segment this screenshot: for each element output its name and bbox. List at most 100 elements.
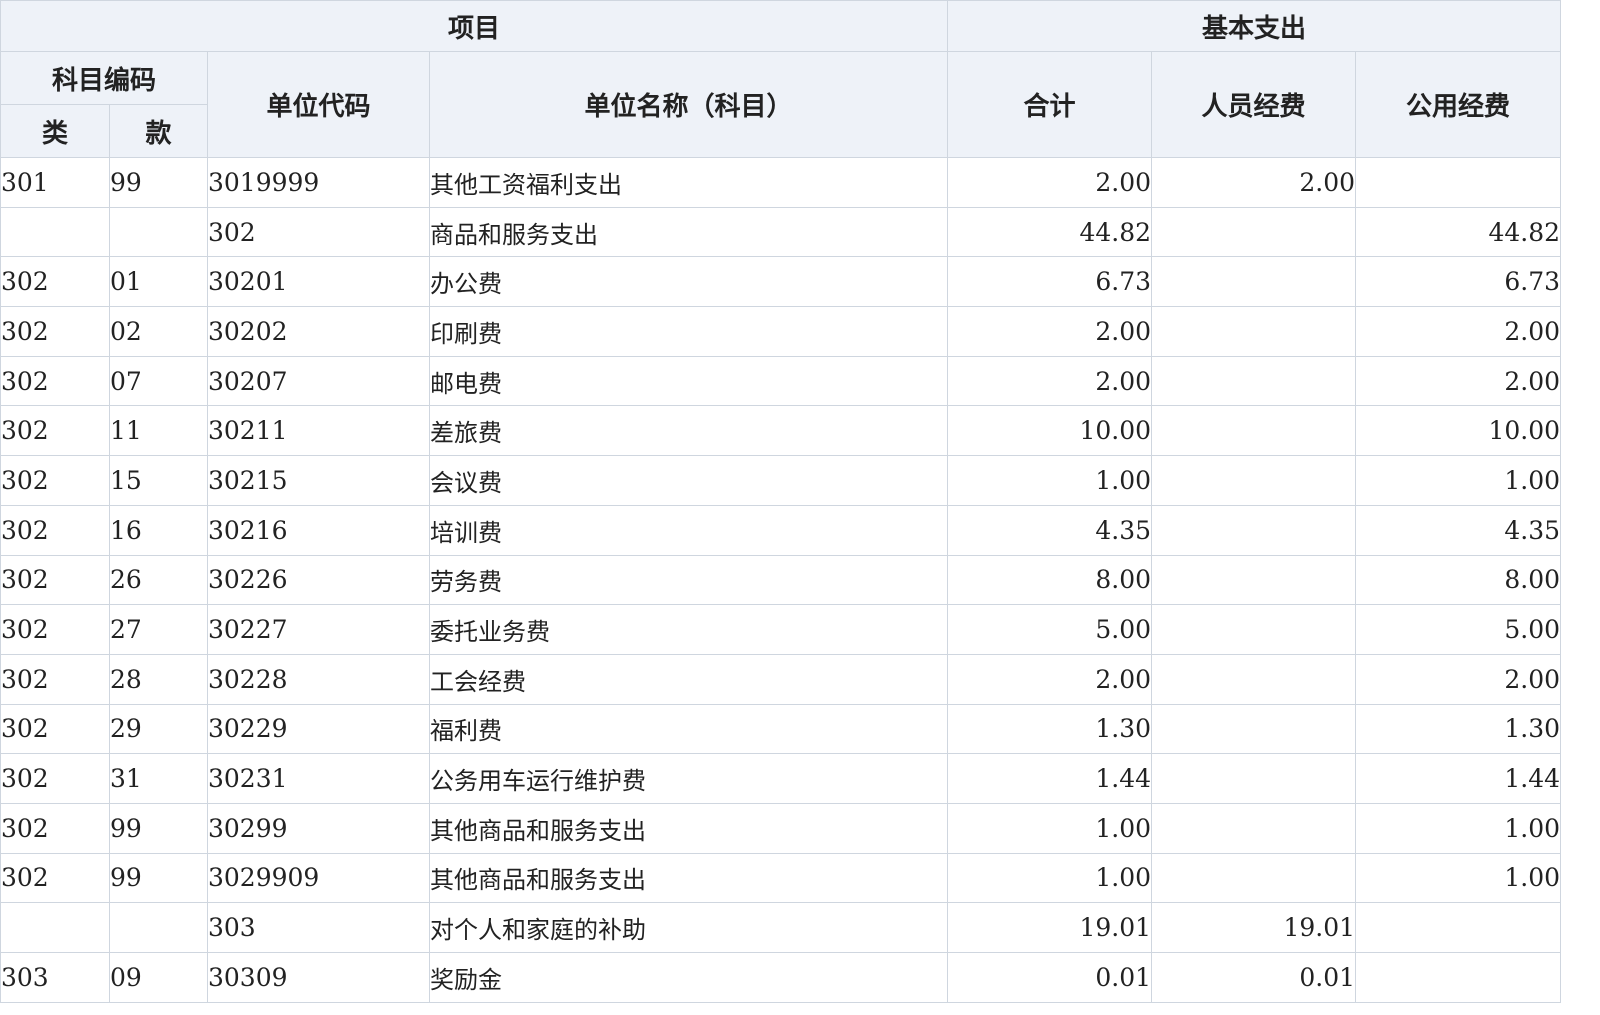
- cell-unit-code: 30207: [207, 355, 430, 407]
- cell-unit-name: 印刷费: [428, 306, 949, 357]
- cell-class: 302: [0, 802, 110, 854]
- cell-class: 302: [0, 554, 110, 606]
- cell-class: 301: [0, 157, 110, 208]
- cell-unit-code: 30309: [207, 952, 430, 1003]
- cell-total: 2.00: [947, 653, 1153, 705]
- table-row: 302 15 30215 会议费 1.00 1.00: [0, 455, 1562, 506]
- cell-unit-name: 公务用车运行维护费: [428, 753, 949, 804]
- cell-unit-name: 邮电费: [428, 355, 949, 407]
- cell-public: [1355, 952, 1562, 1003]
- table-row: 302 26 30226 劳务费 8.00 8.00: [0, 554, 1562, 606]
- header-row-top: 项目 基本支出: [0, 0, 1562, 52]
- cell-unit-name: 福利费: [428, 703, 949, 755]
- cell-personnel: [1151, 206, 1357, 258]
- cell-personnel: [1151, 604, 1357, 655]
- cell-unit-name: 办公费: [428, 256, 949, 308]
- cell-personnel: 2.00: [1151, 157, 1357, 208]
- budget-expense-table: 项目 基本支出 科目编码 单位代码 单位名称（科目） 合计 人员经费 公用经费 …: [0, 0, 1562, 1003]
- cell-public: 4.35: [1355, 504, 1562, 556]
- cell-public: 1.00: [1355, 802, 1562, 854]
- cell-total: 1.00: [947, 455, 1153, 506]
- cell-unit-code: 3019999: [207, 157, 430, 208]
- cell-unit-name: 会议费: [428, 455, 949, 506]
- cell-unit-name: 委托业务费: [428, 604, 949, 655]
- cell-unit-code: 30226: [207, 554, 430, 606]
- cell-total: 1.00: [947, 802, 1153, 854]
- cell-total: 10.00: [947, 405, 1153, 457]
- cell-unit-name: 其他工资福利支出: [428, 157, 949, 208]
- cell-total: 1.44: [947, 753, 1153, 804]
- table-row: 302 07 30207 邮电费 2.00 2.00: [0, 355, 1562, 407]
- header-basic-expense: 基本支出: [947, 0, 1562, 52]
- table-row: 302 27 30227 委托业务费 5.00 5.00: [0, 604, 1562, 655]
- cell-total: 2.00: [947, 355, 1153, 407]
- cell-unit-code: 30228: [207, 653, 430, 705]
- cell-class: 302: [0, 306, 110, 357]
- header-unit-code: 单位代码: [207, 51, 430, 158]
- table-row: 301 99 3019999 其他工资福利支出 2.00 2.00: [0, 157, 1562, 208]
- cell-total: 44.82: [947, 206, 1153, 258]
- cell-public: 8.00: [1355, 554, 1562, 606]
- cell-public: 2.00: [1355, 306, 1562, 357]
- header-personnel: 人员经费: [1151, 51, 1357, 158]
- cell-unit-code: 30229: [207, 703, 430, 755]
- cell-personnel: [1151, 405, 1357, 457]
- cell-public: 5.00: [1355, 604, 1562, 655]
- cell-unit-code: 30299: [207, 802, 430, 854]
- table-header: 项目 基本支出 科目编码 单位代码 单位名称（科目） 合计 人员经费 公用经费 …: [0, 0, 1562, 158]
- cell-unit-code: 30201: [207, 256, 430, 308]
- cell-class: 302: [0, 703, 110, 755]
- header-unit-name: 单位名称（科目）: [428, 51, 949, 158]
- cell-personnel: [1151, 802, 1357, 854]
- table-body: 301 99 3019999 其他工资福利支出 2.00 2.00 302 商品和服务支出 44…: [0, 157, 1562, 1003]
- header-class: 类: [0, 104, 110, 158]
- cell-class: 302: [0, 653, 110, 705]
- header-total: 合计: [947, 51, 1153, 158]
- cell-item: 02: [109, 306, 208, 357]
- cell-class: [0, 206, 110, 258]
- cell-class: [0, 902, 110, 953]
- cell-total: 0.01: [947, 952, 1153, 1003]
- cell-class: 303: [0, 952, 110, 1003]
- table-row: 302 28 30228 工会经费 2.00 2.00: [0, 653, 1562, 705]
- cell-total: 19.01: [947, 902, 1153, 953]
- cell-item: 27: [109, 604, 208, 655]
- cell-public: 2.00: [1355, 355, 1562, 407]
- cell-public: 44.82: [1355, 206, 1562, 258]
- cell-public: 1.00: [1355, 852, 1562, 904]
- cell-class: 302: [0, 405, 110, 457]
- cell-unit-name: 商品和服务支出: [428, 206, 949, 258]
- cell-class: 302: [0, 256, 110, 308]
- cell-public: 1.30: [1355, 703, 1562, 755]
- cell-class: 302: [0, 753, 110, 804]
- cell-item: 29: [109, 703, 208, 755]
- cell-total: 1.00: [947, 852, 1153, 904]
- header-project: 项目: [0, 0, 949, 52]
- cell-class: 302: [0, 604, 110, 655]
- cell-personnel: [1151, 504, 1357, 556]
- table-row: 302 31 30231 公务用车运行维护费 1.44 1.44: [0, 753, 1562, 804]
- cell-unit-name: 差旅费: [428, 405, 949, 457]
- header-row-middle: 科目编码 单位代码 单位名称（科目） 合计 人员经费 公用经费: [0, 51, 1562, 158]
- cell-unit-name: 奖励金: [428, 952, 949, 1003]
- cell-item: 16: [109, 504, 208, 556]
- cell-unit-code: 30216: [207, 504, 430, 556]
- cell-total: 6.73: [947, 256, 1153, 308]
- cell-public: [1355, 902, 1562, 953]
- table-row: 302 29 30229 福利费 1.30 1.30: [0, 703, 1562, 755]
- cell-personnel: [1151, 653, 1357, 705]
- header-public: 公用经费: [1355, 51, 1562, 158]
- table-row: 302 02 30202 印刷费 2.00 2.00: [0, 306, 1562, 357]
- cell-item: 07: [109, 355, 208, 407]
- table-row: 302 01 30201 办公费 6.73 6.73: [0, 256, 1562, 308]
- cell-public: 10.00: [1355, 405, 1562, 457]
- cell-personnel: [1151, 256, 1357, 308]
- cell-unit-name: 培训费: [428, 504, 949, 556]
- cell-total: 8.00: [947, 554, 1153, 606]
- cell-personnel: 0.01: [1151, 952, 1357, 1003]
- table-row: 302 99 30299 其他商品和服务支出 1.00 1.00: [0, 802, 1562, 854]
- cell-public: [1355, 157, 1562, 208]
- cell-item: 99: [109, 802, 208, 854]
- cell-item: 09: [109, 952, 208, 1003]
- table-row: 302 商品和服务支出 44.82 44.82: [0, 206, 1562, 258]
